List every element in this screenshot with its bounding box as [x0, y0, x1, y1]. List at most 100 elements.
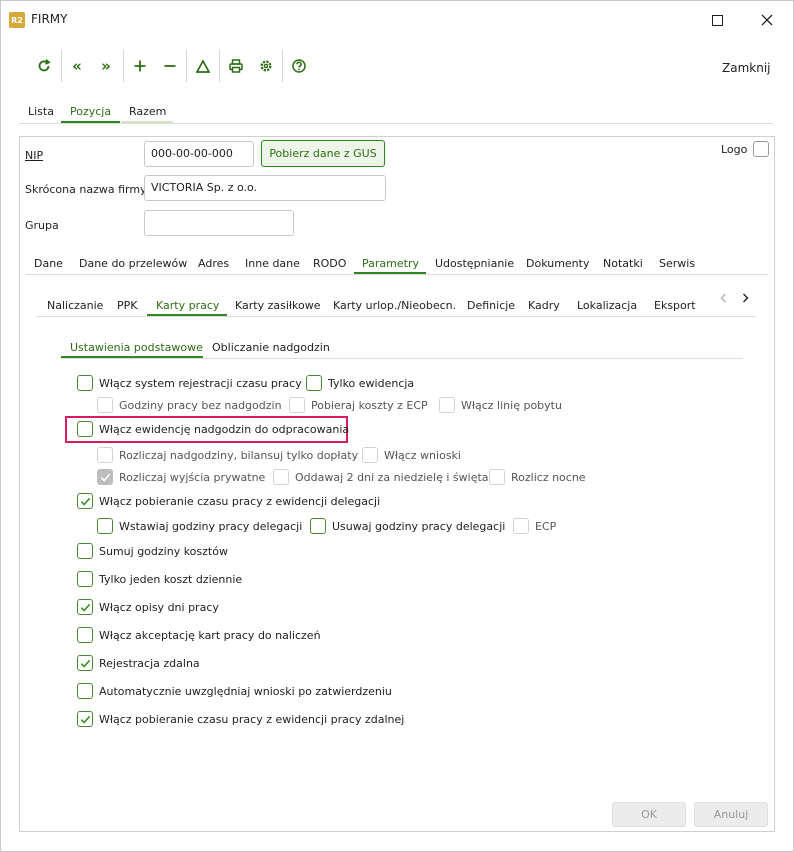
checkbox-o2[interactable] [306, 375, 322, 391]
checkbox-o5[interactable] [439, 397, 455, 413]
filter-icon [196, 59, 210, 73]
checkmark-icon [80, 715, 90, 724]
toolbar-separator [219, 50, 220, 82]
tab-obliczanie-nadgodzin[interactable]: Obliczanie nadgodzin [212, 341, 330, 354]
active-tab-indicator [61, 121, 120, 123]
settings-icon [260, 60, 272, 72]
help-button[interactable] [287, 54, 311, 78]
tab-kadry[interactable]: Kadry [528, 299, 560, 312]
checkbox-o22[interactable] [77, 711, 93, 727]
tab-parametry[interactable]: Parametry [362, 257, 419, 270]
checkbox-o6[interactable] [77, 421, 93, 437]
tab-ustawienia-podstawowe[interactable]: Ustawienia podstawowe [70, 341, 203, 354]
scroll-right-button[interactable] [738, 290, 752, 306]
tab-dane-do-przelewow[interactable]: Dane do przelewów [79, 257, 187, 270]
close-window-button[interactable] [755, 8, 779, 32]
chevron-right-icon [742, 293, 748, 303]
checkbox-o4[interactable] [289, 397, 305, 413]
checkbox-o9[interactable] [97, 469, 113, 485]
checkbox-o11[interactable] [489, 469, 505, 485]
tab-notatki[interactable]: Notatki [603, 257, 643, 270]
cancel-button[interactable]: Anuluj [694, 802, 768, 827]
checkbox-o13[interactable] [97, 518, 113, 534]
tab-adres[interactable]: Adres [198, 257, 229, 270]
checkbox-o21[interactable] [77, 683, 93, 699]
checkbox-o14[interactable] [310, 518, 326, 534]
tab-naliczanie[interactable]: Naliczanie [47, 299, 103, 312]
option-label: Rejestracja zdalna [99, 657, 200, 670]
filter-button[interactable] [191, 54, 215, 78]
checkbox-o8[interactable] [362, 447, 378, 463]
option-label: Godziny pracy bez nadgodzin [119, 399, 282, 412]
add-button[interactable] [128, 54, 152, 78]
option-label: Włącz pobieranie czasu pracy z ewidencji… [99, 713, 405, 726]
tab-eksport[interactable]: Eksport [654, 299, 696, 312]
close-button[interactable]: Zamknij [722, 61, 771, 75]
chevron-left-icon [720, 293, 726, 303]
checkbox-o18[interactable] [77, 599, 93, 615]
option-label: Rozliczaj wyjścia prywatne [119, 471, 266, 484]
sub-tabs-divider [36, 316, 756, 317]
tab-definicje[interactable]: Definicje [467, 299, 515, 312]
top-tabs-divider [19, 123, 773, 124]
checkbox-o3[interactable] [97, 397, 113, 413]
checkmark-icon [80, 659, 90, 668]
checkbox-o1[interactable] [77, 375, 93, 391]
checkmark-icon [80, 603, 90, 612]
short-name-field[interactable]: VICTORIA Sp. z o.o. [144, 175, 386, 201]
tab-karty-zasilkowe[interactable]: Karty zasiłkowe [235, 299, 321, 312]
print-icon [229, 59, 243, 73]
checkbox-o19[interactable] [77, 627, 93, 643]
group-label: Grupa [25, 219, 59, 232]
nip-label: NIP [25, 149, 44, 162]
checkbox-o20[interactable] [77, 655, 93, 671]
option-label: Pobieraj koszty z ECP [311, 399, 428, 412]
settings-active-tab-indicator [61, 356, 203, 358]
tab-rodo[interactable]: RODO [313, 257, 346, 270]
checkbox-o16[interactable] [77, 543, 93, 559]
tab-serwis[interactable]: Serwis [659, 257, 695, 270]
remove-button[interactable] [158, 54, 182, 78]
tab-karty-pracy[interactable]: Karty pracy [156, 299, 219, 312]
checkbox-o7[interactable] [97, 447, 113, 463]
settings-button[interactable] [254, 54, 278, 78]
settings-tabs-divider [61, 358, 743, 359]
tab-inne-dane[interactable]: Inne dane [245, 257, 300, 270]
ok-button[interactable]: OK [612, 802, 686, 827]
option-label: Automatycznie uwzględniaj wnioski po zat… [99, 685, 392, 698]
checkbox-o12[interactable] [77, 493, 93, 509]
tab-ppk[interactable]: PPK [117, 299, 137, 312]
option-label: Rozlicz nocne [511, 471, 586, 484]
tab-dokumenty[interactable]: Dokumenty [526, 257, 589, 270]
logo-checkbox[interactable] [753, 141, 769, 157]
close-icon [761, 14, 773, 26]
logo-label: Logo [721, 143, 748, 156]
window-title: FIRMY [31, 12, 68, 26]
last-button[interactable]: » [94, 54, 118, 78]
first-icon: « [72, 57, 82, 75]
checkbox-o10[interactable] [273, 469, 289, 485]
refresh-button[interactable] [32, 54, 56, 78]
nip-field[interactable]: 000-00-00-000 [144, 141, 254, 167]
tab-lista[interactable]: Lista [28, 105, 54, 118]
tab-lokalizacja[interactable]: Lokalizacja [577, 299, 637, 312]
fetch-gus-button[interactable]: Pobierz dane z GUS [261, 140, 385, 167]
tab-razem[interactable]: Razem [129, 105, 166, 118]
short-name-label: Skrócona nazwa firmy [25, 183, 147, 196]
tab-udostepnianie[interactable]: Udostępnianie [435, 257, 514, 270]
checkbox-o15[interactable] [513, 518, 529, 534]
tab-dane[interactable]: Dane [34, 257, 63, 270]
tab-pozycja[interactable]: Pozycja [70, 105, 111, 118]
print-button[interactable] [224, 54, 248, 78]
option-label: Usuwaj godziny pracy delegacji [332, 520, 506, 533]
scroll-left-button[interactable] [716, 290, 730, 306]
toolbar-separator [123, 50, 124, 82]
option-label: ECP [535, 520, 557, 533]
checkbox-o17[interactable] [77, 571, 93, 587]
refresh-icon [38, 59, 51, 72]
first-button[interactable]: « [65, 54, 89, 78]
option-label: Włącz pobieranie czasu pracy z ewidencji… [99, 495, 381, 508]
group-field[interactable] [144, 210, 294, 236]
maximize-button[interactable] [705, 8, 729, 32]
tab-karty-urlop[interactable]: Karty urlop./Nieobecn. [333, 299, 456, 312]
